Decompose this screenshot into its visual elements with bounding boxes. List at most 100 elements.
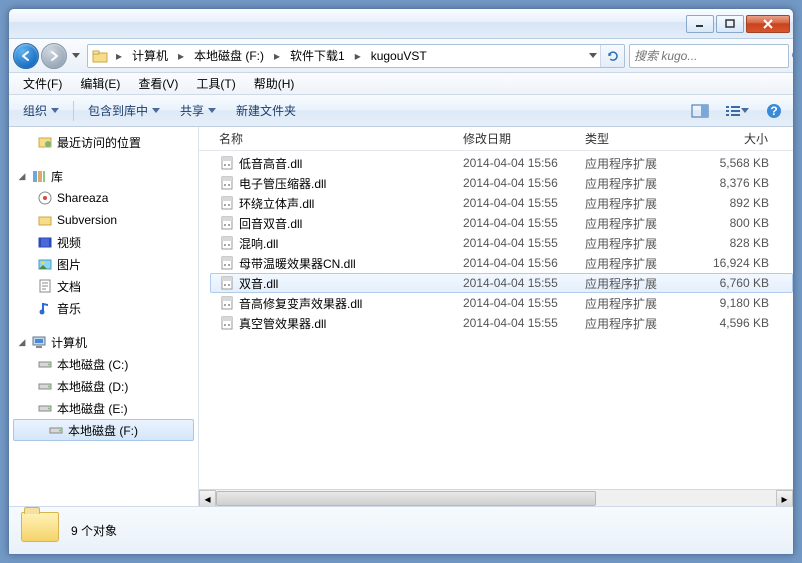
- file-row[interactable]: 低音高音.dll2014-04-04 15:56应用程序扩展5,568 KB: [211, 153, 793, 173]
- address-bar[interactable]: ▸ 计算机 ▸ 本地磁盘 (F:) ▸ 软件下载1 ▸ kugouVST: [87, 44, 625, 68]
- file-date: 2014-04-04 15:55: [455, 236, 577, 250]
- scroll-right-button[interactable]: ▸: [776, 490, 793, 506]
- dll-file-icon: [219, 255, 235, 271]
- file-name: 真空管效果器.dll: [239, 315, 326, 332]
- file-row[interactable]: 双音.dll2014-04-04 15:55应用程序扩展6,760 KB: [210, 273, 793, 293]
- crumb-computer[interactable]: 计算机: [126, 45, 174, 67]
- recent-places-icon: [37, 134, 53, 150]
- file-date: 2014-04-04 15:55: [455, 316, 577, 330]
- search-input[interactable]: [634, 49, 791, 63]
- chevron-right-icon[interactable]: ▸: [174, 45, 188, 67]
- file-list[interactable]: 低音高音.dll2014-04-04 15:56应用程序扩展5,568 KB电子…: [199, 151, 793, 489]
- chevron-right-icon[interactable]: ▸: [351, 45, 365, 67]
- sidebar-videos[interactable]: 视频: [9, 231, 198, 253]
- sidebar-computer[interactable]: ◢ 计算机: [9, 331, 198, 353]
- file-date: 2014-04-04 15:55: [455, 196, 577, 210]
- scroll-left-button[interactable]: ◂: [199, 490, 216, 506]
- sidebar-item-label: 最近访问的位置: [57, 134, 141, 151]
- sidebar-documents[interactable]: 文档: [9, 275, 198, 297]
- horizontal-scrollbar[interactable]: ◂ ▸: [199, 489, 793, 506]
- back-button[interactable]: [13, 43, 39, 69]
- forward-button[interactable]: [41, 43, 67, 69]
- library-icon: [31, 168, 47, 184]
- status-text: 9 个对象: [71, 522, 117, 539]
- close-button[interactable]: [746, 15, 790, 33]
- crumb-folder1[interactable]: 软件下载1: [284, 45, 351, 67]
- sidebar-drive-c[interactable]: 本地磁盘 (C:): [9, 353, 198, 375]
- search-box[interactable]: [629, 44, 789, 68]
- menu-view[interactable]: 查看(V): [130, 73, 186, 94]
- sidebar-subversion[interactable]: Subversion: [9, 209, 198, 231]
- history-dropdown[interactable]: [69, 46, 83, 66]
- help-button[interactable]: ?: [761, 100, 787, 122]
- menu-file[interactable]: 文件(F): [15, 73, 70, 94]
- file-type: 应用程序扩展: [577, 175, 697, 192]
- new-folder-button[interactable]: 新建文件夹: [228, 98, 304, 123]
- file-name: 电子管压缩器.dll: [239, 175, 326, 192]
- file-date: 2014-04-04 15:56: [455, 156, 577, 170]
- sidebar-drive-f[interactable]: 本地磁盘 (F:): [13, 419, 194, 441]
- drive-icon: [37, 400, 53, 416]
- file-type: 应用程序扩展: [577, 295, 697, 312]
- file-size: 16,924 KB: [697, 256, 777, 270]
- file-date: 2014-04-04 15:55: [455, 296, 577, 310]
- file-row[interactable]: 音高修复变声效果器.dll2014-04-04 15:55应用程序扩展9,180…: [211, 293, 793, 313]
- file-row[interactable]: 环绕立体声.dll2014-04-04 15:55应用程序扩展892 KB: [211, 193, 793, 213]
- navbar: ▸ 计算机 ▸ 本地磁盘 (F:) ▸ 软件下载1 ▸ kugouVST: [9, 39, 793, 73]
- menu-tools[interactable]: 工具(T): [188, 73, 243, 94]
- minimize-button[interactable]: [686, 15, 714, 33]
- collapse-icon[interactable]: ◢: [17, 337, 27, 348]
- sidebar-item-label: Subversion: [57, 213, 117, 227]
- sidebar-music[interactable]: 音乐: [9, 297, 198, 319]
- titlebar[interactable]: [9, 9, 793, 39]
- refresh-button[interactable]: [600, 45, 624, 67]
- maximize-button[interactable]: [716, 15, 744, 33]
- sidebar-item-label: 文档: [57, 278, 81, 295]
- file-type: 应用程序扩展: [577, 195, 697, 212]
- sidebar-shareaza[interactable]: Shareaza: [9, 187, 198, 209]
- column-name[interactable]: 名称: [211, 130, 455, 147]
- file-row[interactable]: 母带温暖效果器CN.dll2014-04-04 15:56应用程序扩展16,92…: [211, 253, 793, 273]
- share-button[interactable]: 共享: [172, 98, 224, 123]
- preview-pane-button[interactable]: [687, 100, 713, 122]
- sidebar-drive-d[interactable]: 本地磁盘 (D:): [9, 375, 198, 397]
- menu-help[interactable]: 帮助(H): [246, 73, 303, 94]
- sidebar-pictures[interactable]: 图片: [9, 253, 198, 275]
- chevron-right-icon[interactable]: ▸: [112, 45, 126, 67]
- scroll-thumb[interactable]: [216, 491, 596, 506]
- column-size[interactable]: 大小: [697, 130, 777, 147]
- file-date: 2014-04-04 15:56: [455, 256, 577, 270]
- file-row[interactable]: 真空管效果器.dll 2014-04-04 15:55应用程序扩展4,596 KB: [211, 313, 793, 333]
- dll-file-icon: [219, 155, 235, 171]
- file-type: 应用程序扩展: [577, 315, 697, 332]
- include-library-button[interactable]: 包含到库中: [80, 98, 168, 123]
- sidebar-item-label: Shareaza: [57, 191, 108, 205]
- collapse-icon[interactable]: ◢: [17, 171, 27, 182]
- navigation-pane[interactable]: 最近访问的位置 ◢ 库 Shareaza Subversion 视频 图片 文档…: [9, 127, 199, 506]
- view-options-button[interactable]: [717, 100, 757, 122]
- dll-file-icon: [219, 215, 235, 231]
- sidebar-drive-e[interactable]: 本地磁盘 (E:): [9, 397, 198, 419]
- crumb-folder2[interactable]: kugouVST: [365, 45, 433, 67]
- search-icon[interactable]: [791, 49, 794, 63]
- menubar: 文件(F) 编辑(E) 查看(V) 工具(T) 帮助(H): [9, 73, 793, 95]
- file-row[interactable]: 电子管压缩器.dll2014-04-04 15:56应用程序扩展8,376 KB: [211, 173, 793, 193]
- organize-button[interactable]: 组织: [15, 98, 67, 123]
- menu-edit[interactable]: 编辑(E): [72, 73, 128, 94]
- address-dropdown[interactable]: [586, 46, 600, 66]
- sidebar-library[interactable]: ◢ 库: [9, 165, 198, 187]
- file-row[interactable]: 回音双音.dll2014-04-04 15:55应用程序扩展800 KB: [211, 213, 793, 233]
- column-type[interactable]: 类型: [577, 130, 697, 147]
- drive-icon: [37, 378, 53, 394]
- chevron-right-icon[interactable]: ▸: [270, 45, 284, 67]
- file-row[interactable]: 混响.dll2014-04-04 15:55应用程序扩展828 KB: [211, 233, 793, 253]
- sidebar-recent[interactable]: 最近访问的位置: [9, 131, 198, 153]
- file-date: 2014-04-04 15:55: [455, 216, 577, 230]
- sidebar-item-label: 音乐: [57, 300, 81, 317]
- crumb-drive[interactable]: 本地磁盘 (F:): [188, 45, 270, 67]
- picture-icon: [37, 256, 53, 272]
- column-date[interactable]: 修改日期: [455, 130, 577, 147]
- file-size: 4,596 KB: [697, 316, 777, 330]
- sidebar-item-label: 计算机: [51, 334, 87, 351]
- file-size: 8,376 KB: [697, 176, 777, 190]
